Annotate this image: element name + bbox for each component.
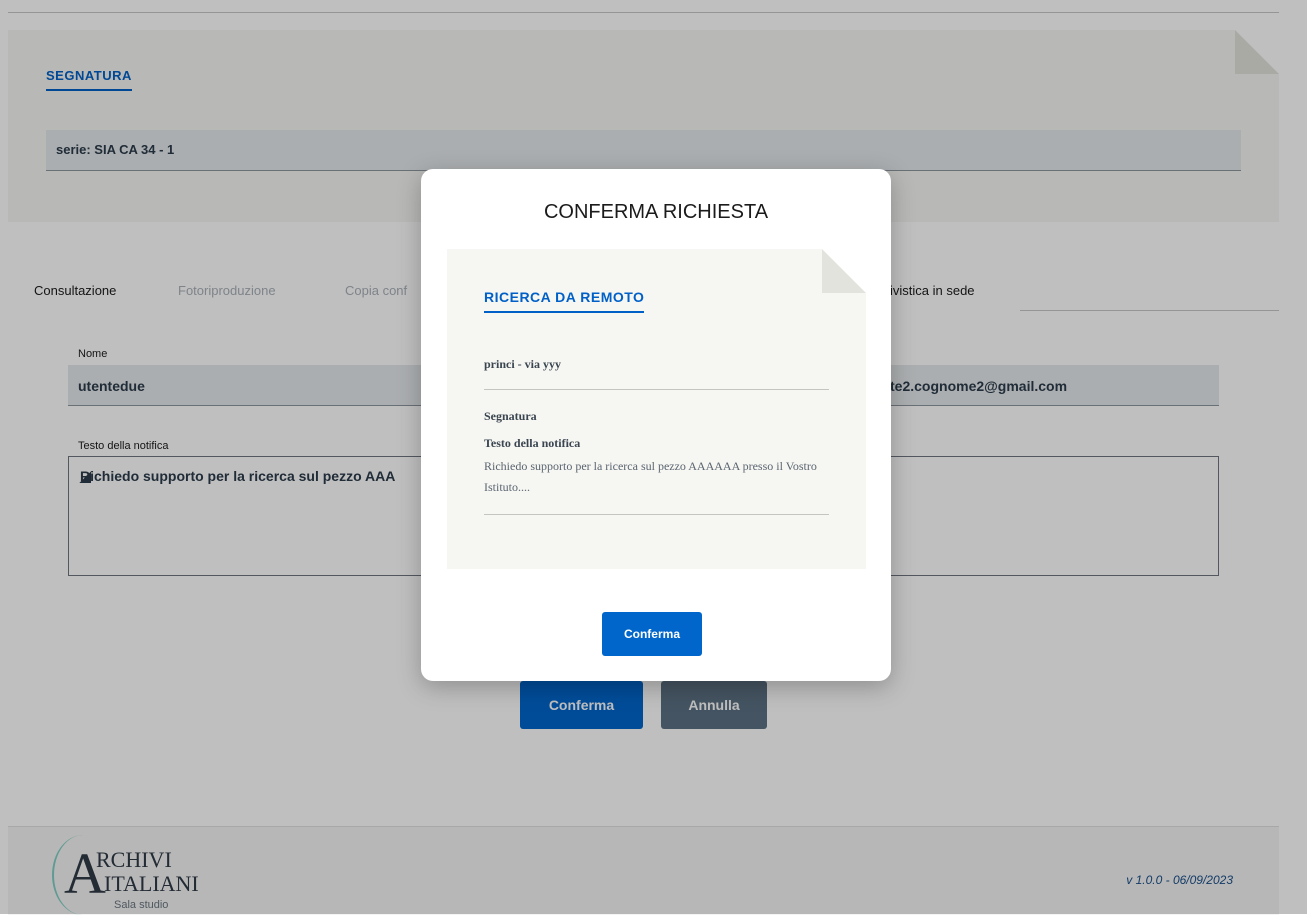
divider xyxy=(484,514,829,515)
request-type-title: RICERCA DA REMOTO xyxy=(484,289,645,313)
testo-notifica-label: Testo della notifica xyxy=(484,436,581,450)
modal-conferma-button[interactable]: Conferma xyxy=(602,612,702,656)
page-fold-corner xyxy=(822,249,866,293)
request-user: princi - via yyy xyxy=(484,357,561,371)
modal-title: CONFERMA RICHIESTA xyxy=(543,201,769,223)
testo-notifica-value: Richiedo supporto per la ricerca sul pez… xyxy=(484,459,817,494)
divider xyxy=(484,389,829,390)
request-summary-card: RICERCA DA REMOTO princi - via yyy Segna… xyxy=(447,249,866,569)
conferma-richiesta-modal: CONFERMA RICHIESTA RICERCA DA REMOTO pri… xyxy=(421,169,891,681)
segnatura-label: Segnatura xyxy=(484,409,537,423)
